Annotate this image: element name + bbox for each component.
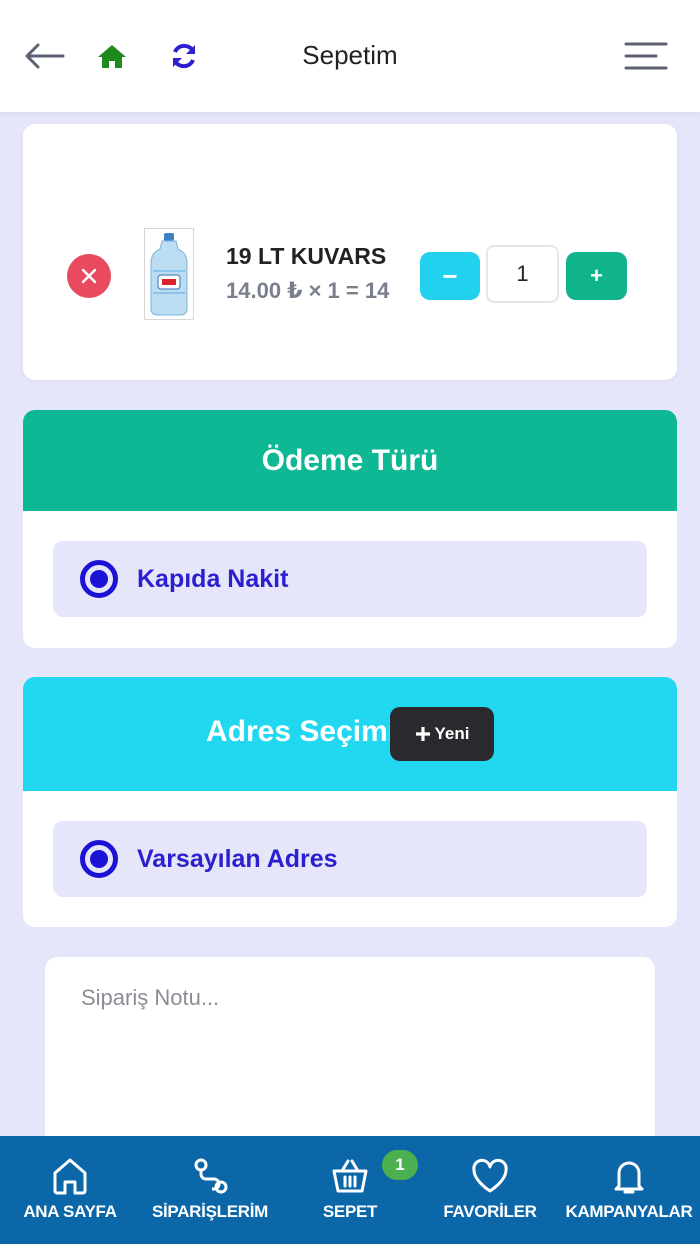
nav-orders[interactable]: SİPARİŞLERİM	[140, 1136, 280, 1244]
heart-icon	[472, 1158, 508, 1193]
bottom-navigation: ANA SAYFA SİPARİŞLERİM SEPET FAVORİLER K…	[0, 1136, 700, 1244]
bell-icon	[614, 1161, 644, 1194]
remove-item-button[interactable]	[67, 254, 111, 298]
radio-selected-icon[interactable]	[80, 560, 118, 598]
top-bar: Sepetim	[0, 0, 700, 112]
new-address-button[interactable]: Yeni	[390, 707, 494, 761]
nav-favorites[interactable]: FAVORİLER	[430, 1136, 550, 1244]
cart-count-badge: 1	[382, 1150, 418, 1180]
route-icon	[194, 1158, 228, 1194]
payment-option-cash[interactable]: Kapıda Nakit	[53, 541, 647, 617]
nav-cart-label: SEPET	[322, 1202, 378, 1221]
order-note-field[interactable]	[45, 957, 655, 1157]
address-option-label: Varsayılan Adres	[137, 844, 338, 873]
plus-icon	[415, 727, 430, 741]
basket-icon	[332, 1159, 368, 1193]
page-title: Sepetim	[302, 40, 398, 70]
product-name: 19 LT KUVARS	[226, 243, 387, 269]
increase-quantity-button[interactable]: +	[566, 252, 627, 300]
product-image	[144, 228, 194, 320]
decrease-quantity-button[interactable]: −	[420, 252, 480, 300]
new-address-label: Yeni	[434, 724, 470, 743]
payment-option-label: Kapıda Nakit	[137, 564, 289, 593]
address-selection-title: Adres Seçimi	[206, 715, 397, 748]
nav-orders-label: SİPARİŞLERİM	[151, 1202, 269, 1221]
nav-cart[interactable]: SEPET	[300, 1136, 400, 1244]
address-option-default[interactable]: Varsayılan Adres	[53, 821, 647, 897]
hamburger-menu-icon[interactable]	[624, 36, 668, 76]
product-price-line: 14.00 ₺ × 1 = 14	[226, 278, 390, 303]
payment-type-section: Ödeme Türü Kapıda Nakit	[23, 410, 677, 648]
payment-type-title: Ödeme Türü	[23, 410, 677, 511]
nav-campaigns-label: KAMPANYALAR	[565, 1202, 693, 1221]
address-header: Adres Seçimi Yeni	[23, 677, 677, 791]
address-selection-section: Adres Seçimi Yeni Varsayılan Adres	[23, 677, 677, 927]
home-outline-icon	[53, 1158, 87, 1195]
nav-home-label: ANA SAYFA	[23, 1202, 117, 1221]
water-bottle-icon	[150, 233, 188, 316]
nav-home[interactable]: ANA SAYFA	[10, 1136, 130, 1244]
quantity-field[interactable]	[486, 245, 559, 303]
nav-favorites-label: FAVORİLER	[443, 1202, 537, 1221]
nav-campaigns[interactable]: KAMPANYALAR	[558, 1136, 700, 1244]
close-icon	[81, 268, 97, 284]
radio-selected-icon[interactable]	[80, 840, 118, 878]
